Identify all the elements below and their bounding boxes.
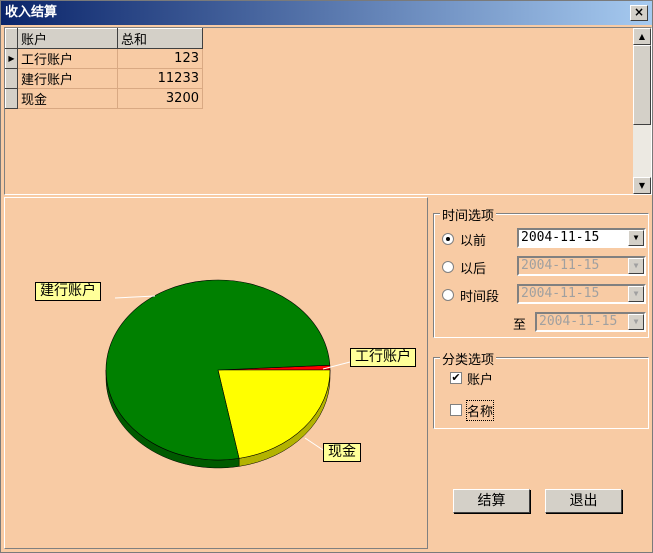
chevron-down-icon[interactable]: ▼ — [628, 314, 644, 330]
row-indicator[interactable] — [5, 68, 18, 89]
leader-ccb — [114, 295, 156, 299]
chevron-down-icon[interactable]: ▼ — [628, 286, 644, 302]
checkmark-icon[interactable]: ✔ — [450, 372, 462, 384]
cell-account[interactable]: 工行账户 — [17, 48, 118, 69]
scroll-up-icon[interactable]: ▲ — [633, 28, 651, 45]
accounts-grid: 账户 总和 ▶ 工行账户 123 建行账户 11233 现金 3200 ▲ ▼ — [4, 27, 652, 195]
radio-period-label: 时间段 — [460, 289, 500, 305]
accounts-table: 账户 总和 ▶ 工行账户 123 建行账户 11233 现金 3200 — [5, 28, 203, 109]
title-bar: 收入结算 × — [1, 1, 652, 25]
table-row[interactable]: 建行账户 11233 — [5, 68, 203, 89]
date-to-combo[interactable]: 2004-11-15 ▼ — [535, 312, 646, 332]
cell-total[interactable]: 11233 — [117, 68, 203, 89]
row-pointer-icon[interactable]: ▶ — [5, 48, 18, 69]
header-account[interactable]: 账户 — [17, 28, 118, 49]
window-title: 收入结算 — [5, 5, 58, 20]
radio-dot-icon[interactable] — [442, 289, 454, 301]
radio-dot-icon[interactable] — [442, 233, 454, 245]
date-to-value: 2004-11-15 — [539, 314, 618, 329]
pie-label-ccb: 建行账户 — [35, 282, 101, 301]
checkbox-account[interactable]: ✔ 账户 — [450, 368, 493, 388]
radio-before[interactable]: 以前 — [442, 229, 486, 249]
radio-dot-icon[interactable] — [442, 261, 454, 273]
date-after-combo[interactable]: 2004-11-15 ▼ — [517, 256, 646, 276]
close-button[interactable]: × — [630, 5, 648, 21]
cell-total[interactable]: 3200 — [117, 88, 203, 109]
date-after-value: 2004-11-15 — [521, 258, 600, 273]
checkbox-name-label: 名称 — [465, 399, 495, 421]
checkbox-account-label: 账户 — [467, 372, 494, 388]
pie-chart: 建行账户 工行账户 现金 — [4, 197, 428, 549]
radio-before-label: 以前 — [460, 233, 487, 249]
date-period-combo[interactable]: 2004-11-15 ▼ — [517, 284, 646, 304]
leader-cash — [304, 437, 324, 451]
header-indicator — [5, 28, 18, 49]
cell-total[interactable]: 123 — [117, 48, 203, 69]
table-row[interactable]: ▶ 工行账户 123 — [5, 48, 203, 69]
date-period-value: 2004-11-15 — [521, 286, 600, 301]
income-settlement-window: 收入结算 × 账户 总和 ▶ 工行账户 123 建行账户 11233 现金 32… — [0, 0, 653, 553]
table-header-row: 账户 总和 — [5, 28, 203, 49]
row-indicator[interactable] — [5, 88, 18, 109]
chevron-down-icon[interactable]: ▼ — [628, 230, 644, 246]
cell-account[interactable]: 现金 — [17, 88, 118, 109]
checkbox-name[interactable]: 名称 — [450, 399, 495, 421]
header-total[interactable]: 总和 — [117, 28, 203, 49]
time-options-group: 时间选项 以前 2004-11-15 ▼ 以后 2004-11-15 ▼ 时间段… — [433, 205, 649, 338]
scroll-down-icon[interactable]: ▼ — [633, 177, 651, 194]
exit-button[interactable]: 退出 — [545, 489, 622, 513]
date-to-label: 至 — [513, 318, 527, 333]
pie-label-cash: 现金 — [323, 443, 361, 462]
pie-chart-svg — [105, 279, 351, 469]
settle-button[interactable]: 结算 — [453, 489, 530, 513]
date-before-combo[interactable]: 2004-11-15 ▼ — [517, 228, 646, 248]
category-options-group: 分类选项 ✔ 账户 名称 — [433, 349, 649, 429]
radio-period[interactable]: 时间段 — [442, 285, 499, 305]
radio-after[interactable]: 以后 — [442, 257, 486, 277]
scroll-thumb[interactable] — [633, 45, 651, 125]
pie-label-icbc: 工行账户 — [350, 348, 416, 367]
radio-after-label: 以后 — [460, 261, 487, 277]
date-before-value: 2004-11-15 — [521, 230, 600, 245]
category-options-title: 分类选项 — [440, 349, 497, 368]
table-row[interactable]: 现金 3200 — [5, 88, 203, 109]
checkbox-empty-icon[interactable] — [450, 404, 462, 416]
chevron-down-icon[interactable]: ▼ — [628, 258, 644, 274]
time-options-title: 时间选项 — [440, 205, 497, 224]
cell-account[interactable]: 建行账户 — [17, 68, 118, 89]
grid-vertical-scrollbar[interactable]: ▲ ▼ — [633, 28, 651, 194]
